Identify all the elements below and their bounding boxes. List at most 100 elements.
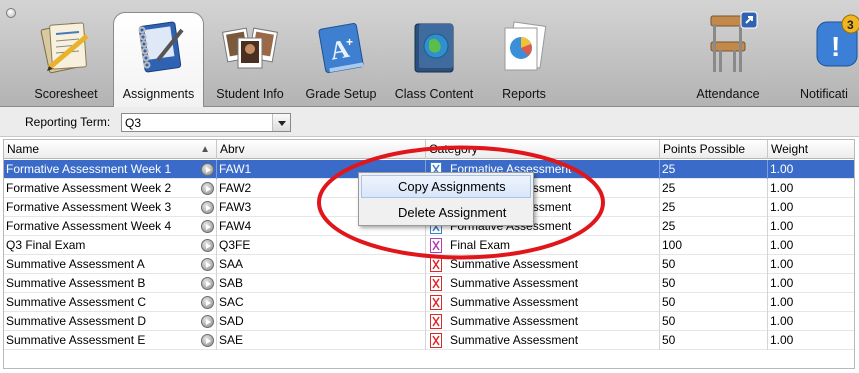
toolbar-label: Reports bbox=[502, 87, 546, 101]
table-row[interactable]: Summative Assessment E SAE Summative Asses… bbox=[4, 331, 854, 350]
table-row[interactable]: Summative Assessment C SAC Summative Asses… bbox=[4, 293, 854, 312]
tab-assignments[interactable]: Assignments bbox=[113, 0, 204, 108]
column-header-abrv[interactable]: Abrv bbox=[217, 140, 426, 159]
category-label: Final Exam bbox=[450, 238, 511, 252]
open-assignment-arrow-icon[interactable] bbox=[201, 258, 214, 271]
column-header-label: Category bbox=[429, 142, 478, 156]
table-header: Name ▲ Abrv Category Points Possible Wei… bbox=[4, 140, 854, 159]
sort-ascending-icon: ▲ bbox=[200, 144, 210, 155]
column-header-label: Abrv bbox=[220, 142, 245, 156]
cell-weight: 1.00 bbox=[770, 200, 794, 214]
reporting-term-select[interactable]: Q3 bbox=[121, 113, 291, 132]
cell-abrv: Q3FE bbox=[217, 236, 426, 255]
copy-assignments-menu-item[interactable]: Copy Assignments bbox=[361, 175, 531, 198]
open-assignment-arrow-icon[interactable] bbox=[201, 163, 214, 176]
column-header-label: Name bbox=[7, 142, 40, 156]
column-header-points-possible[interactable]: Points Possible bbox=[660, 140, 768, 159]
cell-category: Summative Assessment bbox=[426, 331, 660, 350]
category-label: Summative Assessment bbox=[450, 333, 579, 347]
reporting-term-label: Reporting Term: bbox=[25, 115, 111, 129]
toolbar-label: Assignments bbox=[122, 87, 195, 101]
cell-weight: 1.00 bbox=[770, 238, 794, 252]
open-assignment-arrow-icon[interactable] bbox=[201, 334, 214, 347]
cell-points-possible: 50 bbox=[660, 293, 768, 312]
chevron-down-icon[interactable] bbox=[272, 114, 290, 131]
toolbar-grade-setup[interactable]: A + Grade Setup bbox=[300, 0, 382, 107]
cell-weight: 1.00 bbox=[770, 219, 794, 233]
cell-name: Summative Assessment B bbox=[4, 274, 217, 293]
cell-name: Summative Assessment A bbox=[4, 255, 217, 274]
cell-category: Summative Assessment bbox=[426, 255, 660, 274]
svg-text:+: + bbox=[346, 35, 353, 49]
cell-weight: 1.00 bbox=[770, 276, 794, 290]
cell-points-possible: 25 bbox=[660, 179, 768, 198]
open-assignment-arrow-icon[interactable] bbox=[201, 182, 214, 195]
cell-weight: 1.00 bbox=[770, 333, 794, 347]
cell-weight: 1.00 bbox=[770, 162, 794, 176]
cell-points-possible: 25 bbox=[660, 198, 768, 217]
toolbar-reports[interactable]: Reports bbox=[485, 0, 563, 107]
context-menu: Copy Assignments Delete Assignment bbox=[358, 172, 534, 226]
category-icon bbox=[430, 295, 442, 310]
category-icon bbox=[430, 257, 442, 272]
cell-weight: 1.00 bbox=[770, 314, 794, 328]
open-assignment-arrow-icon[interactable] bbox=[201, 277, 214, 290]
notification-badge: 3 bbox=[847, 18, 854, 32]
cell-weight: 1.00 bbox=[770, 295, 794, 309]
cell-name: Formative Assessment Week 1 bbox=[4, 160, 217, 179]
cell-name: Formative Assessment Week 2 bbox=[4, 179, 217, 198]
cell-points-possible: 50 bbox=[660, 312, 768, 331]
toolbar-label: Grade Setup bbox=[305, 87, 377, 101]
cell-abrv: SAA bbox=[217, 255, 426, 274]
cell-abrv: SAE bbox=[217, 331, 426, 350]
column-header-weight[interactable]: Weight bbox=[768, 140, 854, 159]
cell-name: Summative Assessment C bbox=[4, 293, 217, 312]
svg-text:!: ! bbox=[831, 31, 840, 62]
table-row[interactable]: Summative Assessment D SAD Summative Asses… bbox=[4, 312, 854, 331]
toolbar-label: Notificati bbox=[800, 87, 848, 101]
table-row[interactable]: Summative Assessment A SAA Summative Asses… bbox=[4, 255, 854, 274]
toolbar-scoresheet[interactable]: Scoresheet bbox=[22, 0, 110, 107]
delete-assignment-menu-item[interactable]: Delete Assignment bbox=[361, 201, 531, 224]
toolbar-attendance[interactable]: Attendance bbox=[688, 0, 768, 107]
cell-points-possible: 25 bbox=[660, 160, 768, 179]
open-assignment-arrow-icon[interactable] bbox=[201, 296, 214, 309]
category-label: Summative Assessment bbox=[450, 314, 579, 328]
open-assignment-arrow-icon[interactable] bbox=[201, 315, 214, 328]
class-content-icon bbox=[405, 16, 463, 81]
category-label: Summative Assessment bbox=[450, 257, 579, 271]
column-header-name[interactable]: Name ▲ bbox=[4, 140, 217, 159]
cell-points-possible: 100 bbox=[660, 236, 768, 255]
notification-icon: ! 3 bbox=[811, 12, 859, 81]
column-header-category[interactable]: Category bbox=[426, 140, 660, 159]
cell-weight: 1.00 bbox=[770, 181, 794, 195]
column-header-label: Points Possible bbox=[663, 142, 746, 156]
cell-category: Summative Assessment bbox=[426, 312, 660, 331]
cell-points-possible: 50 bbox=[660, 255, 768, 274]
cell-name: Q3 Final Exam bbox=[4, 236, 217, 255]
open-assignment-arrow-icon[interactable] bbox=[201, 239, 214, 252]
cell-name: Formative Assessment Week 3 bbox=[4, 198, 217, 217]
table-row[interactable]: Q3 Final Exam Q3FE Final Exam 100 1.00 bbox=[4, 236, 854, 255]
table-row[interactable]: Summative Assessment B SAB Summative Asses… bbox=[4, 274, 854, 293]
category-label: Summative Assessment bbox=[450, 276, 579, 290]
filter-bar: Reporting Term: Q3 bbox=[0, 107, 859, 137]
open-assignment-arrow-icon[interactable] bbox=[201, 201, 214, 214]
cell-points-possible: 50 bbox=[660, 274, 768, 293]
cell-abrv: SAC bbox=[217, 293, 426, 312]
chair-icon bbox=[697, 10, 759, 79]
category-icon bbox=[430, 276, 442, 291]
column-header-label: Weight bbox=[771, 142, 809, 156]
cell-name: Formative Assessment Week 4 bbox=[4, 217, 217, 236]
cell-points-possible: 25 bbox=[660, 217, 768, 236]
toolbar-notifications[interactable]: ! 3 Notificati bbox=[794, 0, 859, 107]
open-assignment-arrow-icon[interactable] bbox=[201, 220, 214, 233]
window-control-icon[interactable] bbox=[6, 8, 16, 18]
toolbar-class-content[interactable]: Class Content bbox=[388, 0, 480, 107]
category-icon bbox=[430, 333, 442, 348]
cell-abrv: SAB bbox=[217, 274, 426, 293]
toolbar-label: Attendance bbox=[696, 87, 760, 101]
reports-icon bbox=[495, 16, 553, 81]
toolbar-label: Scoresheet bbox=[34, 87, 98, 101]
toolbar-student-info[interactable]: Student Info bbox=[208, 0, 292, 107]
